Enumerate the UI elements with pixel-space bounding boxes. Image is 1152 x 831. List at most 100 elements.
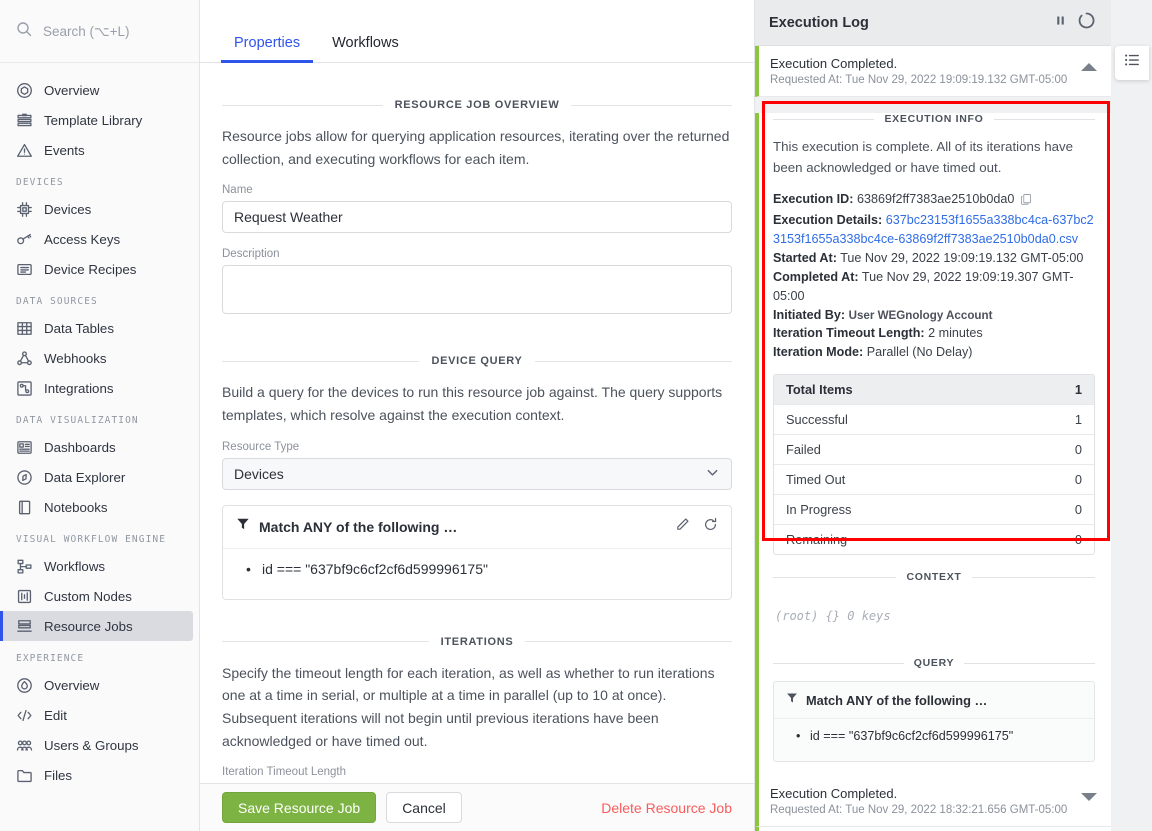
pause-icon[interactable] — [1054, 14, 1067, 32]
resource-type-select[interactable]: Devices — [222, 457, 732, 490]
tab-properties[interactable]: Properties — [221, 35, 314, 63]
sidebar-item-edit[interactable]: Edit — [0, 700, 199, 730]
sidebar-item-label: Overview — [44, 677, 100, 693]
sidebar-item-label: Access Keys — [44, 231, 121, 247]
sidebar-item-data-tables[interactable]: Data Tables — [0, 313, 199, 343]
sidebar-item-overview[interactable]: Overview — [0, 75, 199, 105]
panel-gutter — [1111, 0, 1152, 831]
iteration-timeout-label: Iteration Timeout Length — [222, 766, 347, 779]
device-query-title: Match ANY of the following … — [259, 518, 458, 535]
search-bar[interactable] — [0, 0, 199, 63]
execution-details-label: Execution Details: — [773, 213, 883, 228]
description-textarea[interactable] — [222, 265, 732, 315]
sidebar-item-overview[interactable]: Overview — [0, 670, 199, 700]
stat-row: Successful 1 — [774, 405, 1094, 436]
iteration-mode-value: Parallel (No Delay) — [866, 345, 973, 360]
log-entry-text: Execution Completed. Requested At: Tue N… — [770, 786, 1081, 816]
log-entry-subtitle: Requested At: Tue Nov 29, 2022 19:09:19.… — [770, 74, 1068, 86]
edit-pencil-icon[interactable] — [675, 517, 690, 537]
sidebar-item-template-library[interactable]: Template Library — [0, 105, 199, 135]
tab-bar: Properties Workflows — [200, 0, 754, 63]
stat-value: 0 — [1074, 472, 1082, 488]
sidebar-item-custom-nodes[interactable]: Custom Nodes — [0, 581, 199, 611]
log-entry-expanded[interactable]: Execution Completed. Requested At: Tue N… — [755, 46, 1111, 97]
cancel-button[interactable]: Cancel — [386, 792, 462, 823]
execution-log-list: Execution Completed. Requested At: Tue N… — [755, 46, 1111, 97]
description-label: Description — [222, 248, 280, 261]
sidebar-item-resource-jobs[interactable]: Resource Jobs — [0, 611, 193, 641]
sidebar-item-workflows[interactable]: Workflows — [0, 551, 199, 581]
sidebar-item-label: Data Explorer — [44, 469, 126, 485]
name-field-group: Name — [222, 184, 732, 234]
divider-line-left — [222, 360, 420, 362]
stat-row: In Progress 0 — [774, 495, 1094, 526]
save-resource-job-button[interactable]: Save Resource Job — [222, 792, 377, 823]
log-entry-collapsed-1[interactable]: Execution Completed. Requested At: Tue N… — [755, 776, 1111, 828]
description-field-group: Description — [222, 248, 732, 319]
initiated-by-value: User WEGnology Account — [848, 308, 993, 322]
sidebar-item-devices[interactable]: Devices — [0, 194, 199, 224]
name-input[interactable] — [222, 201, 732, 234]
search-input[interactable] — [43, 23, 183, 39]
app-root: Overview Template Library Events DEVICES Dev… — [0, 0, 1152, 831]
device-query-description: Build a query for the devices to run thi… — [222, 384, 723, 424]
started-at-row: Started At: Tue Nov 29, 2022 19:09:19.13… — [773, 249, 1095, 268]
sidebar-item-notebooks[interactable]: Notebooks — [0, 492, 199, 522]
tab-workflows[interactable]: Workflows — [319, 35, 412, 63]
device-query-card: Match ANY of the following … • id === "6… — [222, 504, 732, 600]
sidebar-item-files[interactable]: Files — [0, 760, 199, 790]
sidebar-item-integrations[interactable]: Integrations — [0, 373, 199, 403]
sidebar-item-webhooks[interactable]: Webhooks — [0, 343, 199, 373]
log-entry-title: Execution Completed. — [770, 56, 898, 71]
sidebar-item-device-recipes[interactable]: Device Recipes — [0, 254, 199, 284]
stat-label: Remaining — [786, 532, 848, 548]
execution-log-panel: Execution Log Execution Completed. Reque… — [755, 0, 1152, 831]
log-list-toggle-button[interactable] — [1115, 46, 1149, 80]
query-condition: id === "637bf9c6cf2cf6d599996175" — [236, 561, 718, 577]
section-label: ITERATIONS — [440, 635, 514, 648]
completed-at-row: Completed At: Tue Nov 29, 2022 19:09:19.… — [773, 268, 1095, 306]
section-device-query: DEVICE QUERY — [222, 355, 732, 367]
nav-section-devices: DEVICES — [16, 177, 64, 188]
nav-section-data-visualization: DATA VISUALIZATION — [16, 415, 139, 426]
completed-at-label: Completed At: — [773, 269, 859, 284]
expand-caret-icon[interactable] — [1081, 793, 1097, 802]
main-content: Properties Workflows RESOURCE JOB OVERVI… — [200, 0, 755, 831]
stat-label: Timed Out — [786, 472, 846, 488]
main-scroll-area: RESOURCE JOB OVERVIEW Resource jobs allo… — [200, 63, 754, 831]
execution-stats-table: Total Items 1 Successful 1 Failed 0 Timed Out 0… — [773, 374, 1095, 556]
stat-label: Failed — [786, 442, 821, 458]
sidebar-item-label: Resource Jobs — [44, 618, 133, 634]
execution-id-label: Execution ID: — [773, 192, 854, 207]
resource-type-group: Resource Type Devices — [222, 441, 732, 490]
execution-id-row: Execution ID: 63869f2ff7383ae2510b0da0 — [773, 190, 1095, 211]
nav-section-data-sources: DATA SOURCES — [16, 296, 98, 307]
sidebar-item-label: Workflows — [44, 558, 106, 574]
execution-id-value: 63869f2ff7383ae2510b0da0 — [856, 192, 1015, 207]
sidebar-item-events[interactable]: Events — [0, 135, 199, 165]
execution-query-body: id === "637bf9c6cf2cf6d599996175" — [774, 719, 1094, 761]
refresh-icon[interactable] — [703, 517, 718, 537]
device-query-header: Match ANY of the following … — [223, 506, 731, 549]
webhook-icon — [17, 350, 32, 365]
execution-query-card: Match ANY of the following … id === "637… — [773, 681, 1095, 763]
execution-log-title: Execution Log — [769, 14, 869, 31]
copy-icon[interactable] — [1020, 192, 1032, 211]
sidebar-item-label: Device Recipes — [44, 261, 137, 277]
sidebar-item-label: Users & Groups — [44, 737, 139, 753]
experience-overview-icon — [17, 677, 32, 693]
log-entry-collapsed-2[interactable]: Execution Completed. — [755, 827, 1111, 831]
sidebar-item-users-groups[interactable]: Users & Groups — [0, 730, 199, 760]
stat-value: 0 — [1074, 442, 1082, 458]
search-icon — [16, 21, 32, 42]
collapse-caret-icon[interactable] — [1081, 63, 1097, 71]
sidebar-item-data-explorer[interactable]: Data Explorer — [0, 462, 199, 492]
delete-resource-job-button[interactable]: Delete Resource Job — [601, 800, 732, 816]
sidebar-item-dashboards[interactable]: Dashboards — [0, 432, 199, 462]
stat-value: 1 — [1074, 382, 1082, 398]
sidebar-item-access-keys[interactable]: Access Keys — [0, 224, 199, 254]
section-iterations: ITERATIONS — [222, 635, 733, 648]
log-entry-text: Execution Completed. Requested At: Tue N… — [770, 56, 1081, 86]
execution-query-title: Match ANY of the following … — [806, 692, 988, 708]
iteration-mode-label: Iteration Mode: — [773, 345, 864, 360]
